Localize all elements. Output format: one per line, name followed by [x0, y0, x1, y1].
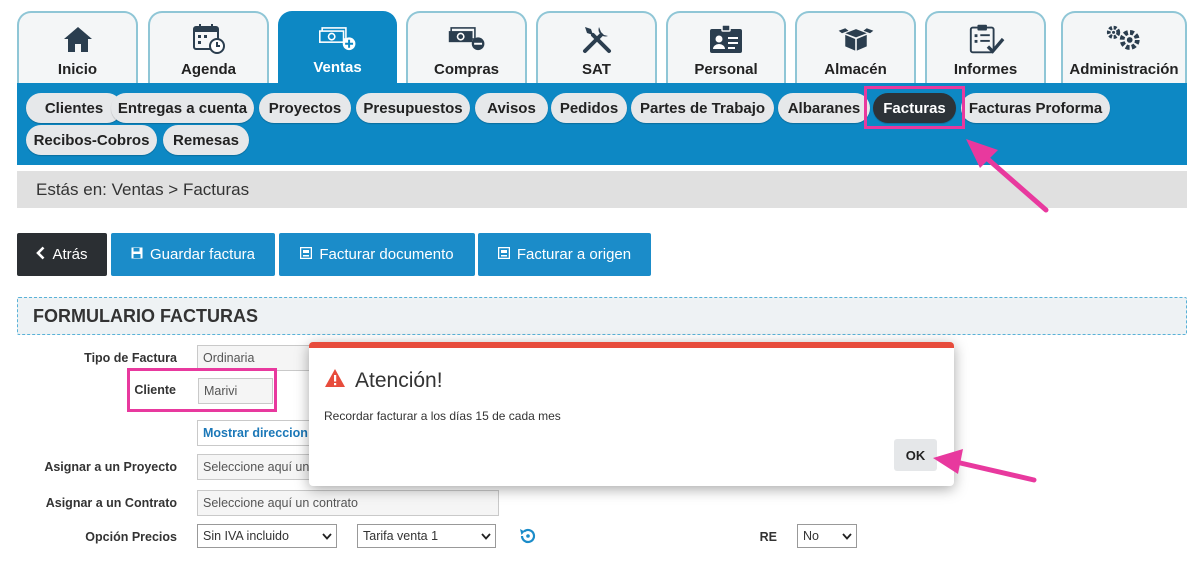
subnav-item-proyectos[interactable]: Proyectos: [259, 93, 351, 123]
home-icon: [59, 23, 97, 55]
module-tab-label: Administración: [1069, 61, 1179, 78]
module-tab-label: Agenda: [180, 61, 236, 78]
contract-label: Asignar a un Contrato: [45, 496, 177, 510]
document-icon: [497, 246, 511, 263]
subnav-item-partes-de-trabajo[interactable]: Partes de Trabajo: [631, 93, 774, 123]
module-tab-compras[interactable]: Compras: [406, 11, 527, 83]
gears-icon: [1105, 23, 1143, 55]
price-option-label: Opción Precios: [85, 530, 177, 544]
show-address-link[interactable]: Mostrar direccion de: [197, 420, 317, 446]
bill-document-button[interactable]: Facturar documento: [279, 233, 475, 276]
module-tab-label: Inicio: [57, 61, 98, 78]
client-field[interactable]: Marivi: [198, 378, 273, 404]
bill-document-label: Facturar documento: [319, 246, 454, 263]
money-minus-icon: [448, 23, 486, 55]
re-label: RE: [759, 530, 777, 544]
module-tabs: Inicio Agenda Ventas Compras SAT Persona…: [17, 11, 1187, 83]
chevron-down-icon: [842, 529, 852, 543]
rate-select[interactable]: Tarifa venta 1: [357, 524, 496, 548]
tools-icon: [578, 23, 616, 55]
module-tab-administracion[interactable]: Administración: [1061, 11, 1187, 83]
module-tab-label: Informes: [953, 61, 1018, 78]
calendar-icon: [190, 23, 228, 55]
subnav-item-presupuestos[interactable]: Presupuestos: [356, 93, 470, 123]
clipboard-check-icon: [967, 23, 1005, 55]
subnav-item-recibos-cobros[interactable]: Recibos-Cobros: [26, 125, 157, 155]
price-option-value: Sin IVA incluido: [203, 529, 289, 543]
rate-value: Tarifa venta 1: [363, 529, 439, 543]
module-tab-label: Ventas: [313, 59, 362, 76]
module-tab-label: Almacén: [824, 61, 887, 78]
module-tab-almacen[interactable]: Almacén: [795, 11, 916, 83]
module-tab-inicio[interactable]: Inicio: [17, 11, 138, 83]
bill-origin-button[interactable]: Facturar a origen: [478, 233, 651, 276]
re-value: No: [803, 529, 819, 543]
module-tab-personal[interactable]: Personal: [666, 11, 786, 83]
ok-button[interactable]: OK: [894, 439, 937, 471]
module-tab-informes[interactable]: Informes: [925, 11, 1046, 83]
sub-navigation: Clientes Entregas a cuenta Proyectos Pre…: [17, 83, 1187, 165]
id-card-icon: [707, 23, 745, 55]
breadcrumb: Estás en: Ventas > Facturas: [17, 171, 1187, 208]
client-label: Cliente: [134, 383, 176, 397]
project-input[interactable]: Seleccione aquí un: [197, 454, 317, 480]
money-plus-icon: [318, 23, 357, 55]
subnav-item-entregas-a-cuenta[interactable]: Entregas a cuenta: [111, 93, 254, 123]
back-button[interactable]: Atrás: [17, 233, 107, 276]
project-label: Asignar a un Proyecto: [44, 460, 177, 474]
back-button-label: Atrás: [52, 246, 88, 263]
module-tab-sat[interactable]: SAT: [536, 11, 657, 83]
chevron-down-icon: [481, 529, 491, 543]
modal-message: Recordar facturar a los días 15 de cada …: [324, 409, 561, 423]
save-invoice-button[interactable]: Guardar factura: [111, 233, 275, 276]
subnav-item-facturas-proforma[interactable]: Facturas Proforma: [961, 93, 1110, 123]
refresh-rate-icon[interactable]: [518, 526, 538, 551]
subnav-item-avisos[interactable]: Avisos: [475, 93, 548, 123]
module-tab-label: SAT: [582, 61, 611, 78]
price-option-select[interactable]: Sin IVA incluido: [197, 524, 337, 548]
subnav-item-albaranes[interactable]: Albaranes: [778, 93, 870, 123]
modal-title: Atención!: [324, 368, 443, 394]
subnav-item-clientes[interactable]: Clientes: [26, 93, 122, 123]
highlight-facturas: [864, 86, 965, 129]
module-tab-agenda[interactable]: Agenda: [148, 11, 269, 83]
invoice-type-label: Tipo de Factura: [84, 351, 177, 365]
re-select[interactable]: No: [797, 524, 857, 548]
form-title: FORMULARIO FACTURAS: [17, 297, 1187, 335]
modal-title-text: Atención!: [355, 369, 443, 392]
subnav-item-pedidos[interactable]: Pedidos: [551, 93, 627, 123]
contract-input[interactable]: Seleccione aquí un contrato: [197, 490, 499, 516]
boxes-icon: [837, 23, 875, 55]
module-tab-ventas[interactable]: Ventas: [278, 11, 397, 83]
save-invoice-label: Guardar factura: [149, 246, 256, 263]
module-tab-label: Compras: [433, 61, 500, 78]
save-icon: [131, 246, 143, 263]
document-icon: [300, 246, 313, 263]
bill-origin-label: Facturar a origen: [516, 246, 632, 263]
chevron-down-icon: [322, 529, 332, 543]
warning-icon: [324, 368, 346, 394]
subnav-item-remesas[interactable]: Remesas: [163, 125, 249, 155]
chevron-left-icon: [36, 246, 45, 264]
attention-modal: Atención! Recordar facturar a los días 1…: [309, 342, 954, 486]
module-tab-label: Personal: [694, 61, 758, 78]
